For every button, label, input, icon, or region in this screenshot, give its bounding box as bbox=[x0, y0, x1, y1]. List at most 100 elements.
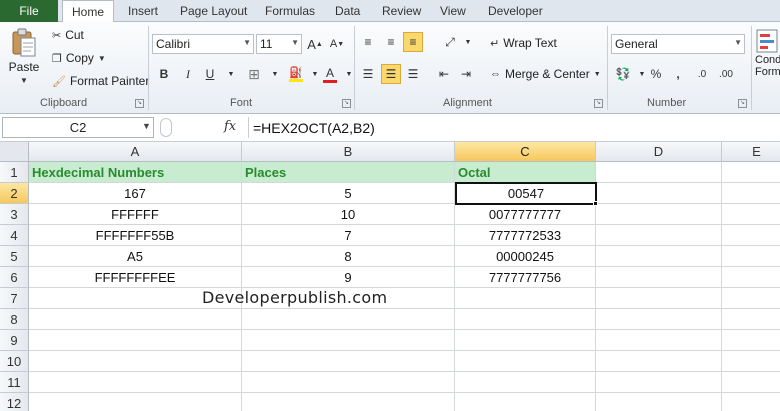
cell-c2-active[interactable]: 00547 bbox=[455, 182, 597, 205]
cell-d1[interactable] bbox=[596, 162, 722, 183]
cell-b2[interactable]: 5 bbox=[242, 183, 455, 204]
cell-c8[interactable] bbox=[455, 309, 596, 330]
cell-b5[interactable]: 8 bbox=[242, 246, 455, 267]
cell-a11[interactable] bbox=[29, 372, 242, 393]
percent-style-button[interactable]: % bbox=[646, 64, 666, 84]
bold-button[interactable]: B bbox=[154, 64, 174, 84]
cell-e4[interactable] bbox=[722, 225, 780, 246]
accounting-format-button[interactable]: 💱 bbox=[613, 64, 633, 84]
format-painter-button[interactable]: 🖌 Format Painter bbox=[52, 74, 149, 88]
cell-d6[interactable] bbox=[596, 267, 722, 288]
conditional-formatting-button[interactable]: Cond Form bbox=[755, 28, 780, 92]
row-header-4[interactable]: 4 bbox=[0, 225, 29, 246]
italic-button[interactable]: I bbox=[178, 64, 198, 84]
column-header-d[interactable]: D bbox=[596, 142, 722, 162]
cell-d9[interactable] bbox=[596, 330, 722, 351]
cell-a3[interactable]: FFFFFF bbox=[29, 204, 242, 225]
cell-a4[interactable]: FFFFFFF55B bbox=[29, 225, 242, 246]
font-launcher-icon[interactable]: ↘ bbox=[342, 99, 351, 108]
cell-d11[interactable] bbox=[596, 372, 722, 393]
cell-b9[interactable] bbox=[242, 330, 455, 351]
align-right-button[interactable]: ☰ bbox=[403, 64, 423, 84]
decrease-indent-button[interactable]: ⇤ bbox=[434, 64, 454, 84]
cell-c3[interactable]: 0077777777 bbox=[455, 204, 596, 225]
cell-a10[interactable] bbox=[29, 351, 242, 372]
fill-color-button[interactable]: ⛽ bbox=[286, 64, 306, 84]
fill-handle[interactable] bbox=[593, 201, 598, 206]
name-box-dropdown-icon[interactable]: ▼ bbox=[142, 121, 151, 131]
cell-d2[interactable] bbox=[596, 183, 722, 204]
align-bottom-button[interactable]: ≡ bbox=[403, 32, 423, 52]
tab-review[interactable]: Review bbox=[382, 0, 421, 22]
cell-e10[interactable] bbox=[722, 351, 780, 372]
cell-e9[interactable] bbox=[722, 330, 780, 351]
row-header-9[interactable]: 9 bbox=[0, 330, 29, 351]
font-color-dropdown-icon[interactable]: ▼ bbox=[339, 64, 359, 84]
cell-e1[interactable] bbox=[722, 162, 780, 183]
cell-e11[interactable] bbox=[722, 372, 780, 393]
align-center-button[interactable]: ☰ bbox=[381, 64, 401, 84]
cell-c9[interactable] bbox=[455, 330, 596, 351]
underline-dropdown-icon[interactable]: ▼ bbox=[221, 64, 241, 84]
font-name-select[interactable]: Calibri ▼ bbox=[152, 34, 254, 54]
cell-c6[interactable]: 7777777756 bbox=[455, 267, 596, 288]
cell-e12[interactable] bbox=[722, 393, 780, 411]
orientation-button[interactable]: ⤢ bbox=[440, 32, 460, 52]
align-middle-button[interactable]: ≡ bbox=[381, 32, 401, 52]
font-size-select[interactable]: 11 ▼ bbox=[256, 34, 302, 54]
font-color-button[interactable]: A bbox=[320, 64, 340, 84]
align-left-button[interactable]: ☰ bbox=[358, 64, 378, 84]
cell-a8[interactable] bbox=[29, 309, 242, 330]
cell-a2[interactable]: 167 bbox=[29, 183, 242, 204]
cell-c7[interactable] bbox=[455, 288, 596, 309]
cell-a9[interactable] bbox=[29, 330, 242, 351]
row-header-1[interactable]: 1 bbox=[0, 162, 29, 183]
cell-d5[interactable] bbox=[596, 246, 722, 267]
tab-file[interactable]: File bbox=[0, 0, 58, 22]
cell-c1[interactable]: Octal bbox=[455, 162, 596, 183]
row-header-2[interactable]: 2 bbox=[0, 183, 29, 204]
select-all-corner[interactable] bbox=[0, 142, 29, 162]
paste-button[interactable]: Paste ▼ bbox=[6, 28, 42, 88]
cell-b11[interactable] bbox=[242, 372, 455, 393]
cell-d4[interactable] bbox=[596, 225, 722, 246]
decrease-decimal-button[interactable]: .00 bbox=[716, 64, 736, 84]
cell-a6[interactable]: FFFFFFFFEE bbox=[29, 267, 242, 288]
tab-formulas[interactable]: Formulas bbox=[265, 0, 315, 22]
row-header-3[interactable]: 3 bbox=[0, 204, 29, 225]
increase-decimal-button[interactable]: .0 bbox=[692, 64, 712, 84]
borders-dropdown-icon[interactable]: ▼ bbox=[265, 64, 285, 84]
increase-indent-button[interactable]: ⇥ bbox=[456, 64, 476, 84]
cell-b3[interactable]: 10 bbox=[242, 204, 455, 225]
cell-b12[interactable] bbox=[242, 393, 455, 411]
tab-data[interactable]: Data bbox=[335, 0, 360, 22]
tab-home[interactable]: Home bbox=[62, 0, 114, 23]
formula-input[interactable]: =HEX2OCT(A2,B2) bbox=[248, 117, 778, 138]
cell-c10[interactable] bbox=[455, 351, 596, 372]
row-header-5[interactable]: 5 bbox=[0, 246, 29, 267]
cell-c5[interactable]: 00000245 bbox=[455, 246, 596, 267]
alignment-launcher-icon[interactable]: ↘ bbox=[594, 99, 603, 108]
cell-a1[interactable]: Hexdecimal Numbers bbox=[29, 162, 242, 183]
cut-button[interactable]: ✂ Cut bbox=[52, 28, 84, 42]
row-header-12[interactable]: 12 bbox=[0, 393, 29, 411]
formula-bar-splitter[interactable] bbox=[160, 118, 172, 137]
column-header-b[interactable]: B bbox=[242, 142, 455, 162]
shrink-font-button[interactable]: A ▼ bbox=[327, 34, 347, 54]
column-header-e[interactable]: E bbox=[722, 142, 780, 162]
number-format-select[interactable]: General ▼ bbox=[611, 34, 745, 54]
cell-b10[interactable] bbox=[242, 351, 455, 372]
copy-button[interactable]: ❐ Copy ▼ bbox=[52, 51, 106, 65]
row-header-6[interactable]: 6 bbox=[0, 267, 29, 288]
cell-e6[interactable] bbox=[722, 267, 780, 288]
orientation-dropdown-icon[interactable]: ▼ bbox=[458, 32, 478, 52]
tab-developer[interactable]: Developer bbox=[488, 0, 543, 22]
cell-b1[interactable]: Places bbox=[242, 162, 455, 183]
cell-e8[interactable] bbox=[722, 309, 780, 330]
name-box[interactable]: C2 bbox=[2, 117, 154, 138]
underline-button[interactable]: U bbox=[200, 64, 220, 84]
tab-insert[interactable]: Insert bbox=[128, 0, 158, 22]
cell-a5[interactable]: A5 bbox=[29, 246, 242, 267]
merge-center-button[interactable]: ⇔ Merge & Center ▼ bbox=[490, 67, 601, 81]
cell-c12[interactable] bbox=[455, 393, 596, 411]
